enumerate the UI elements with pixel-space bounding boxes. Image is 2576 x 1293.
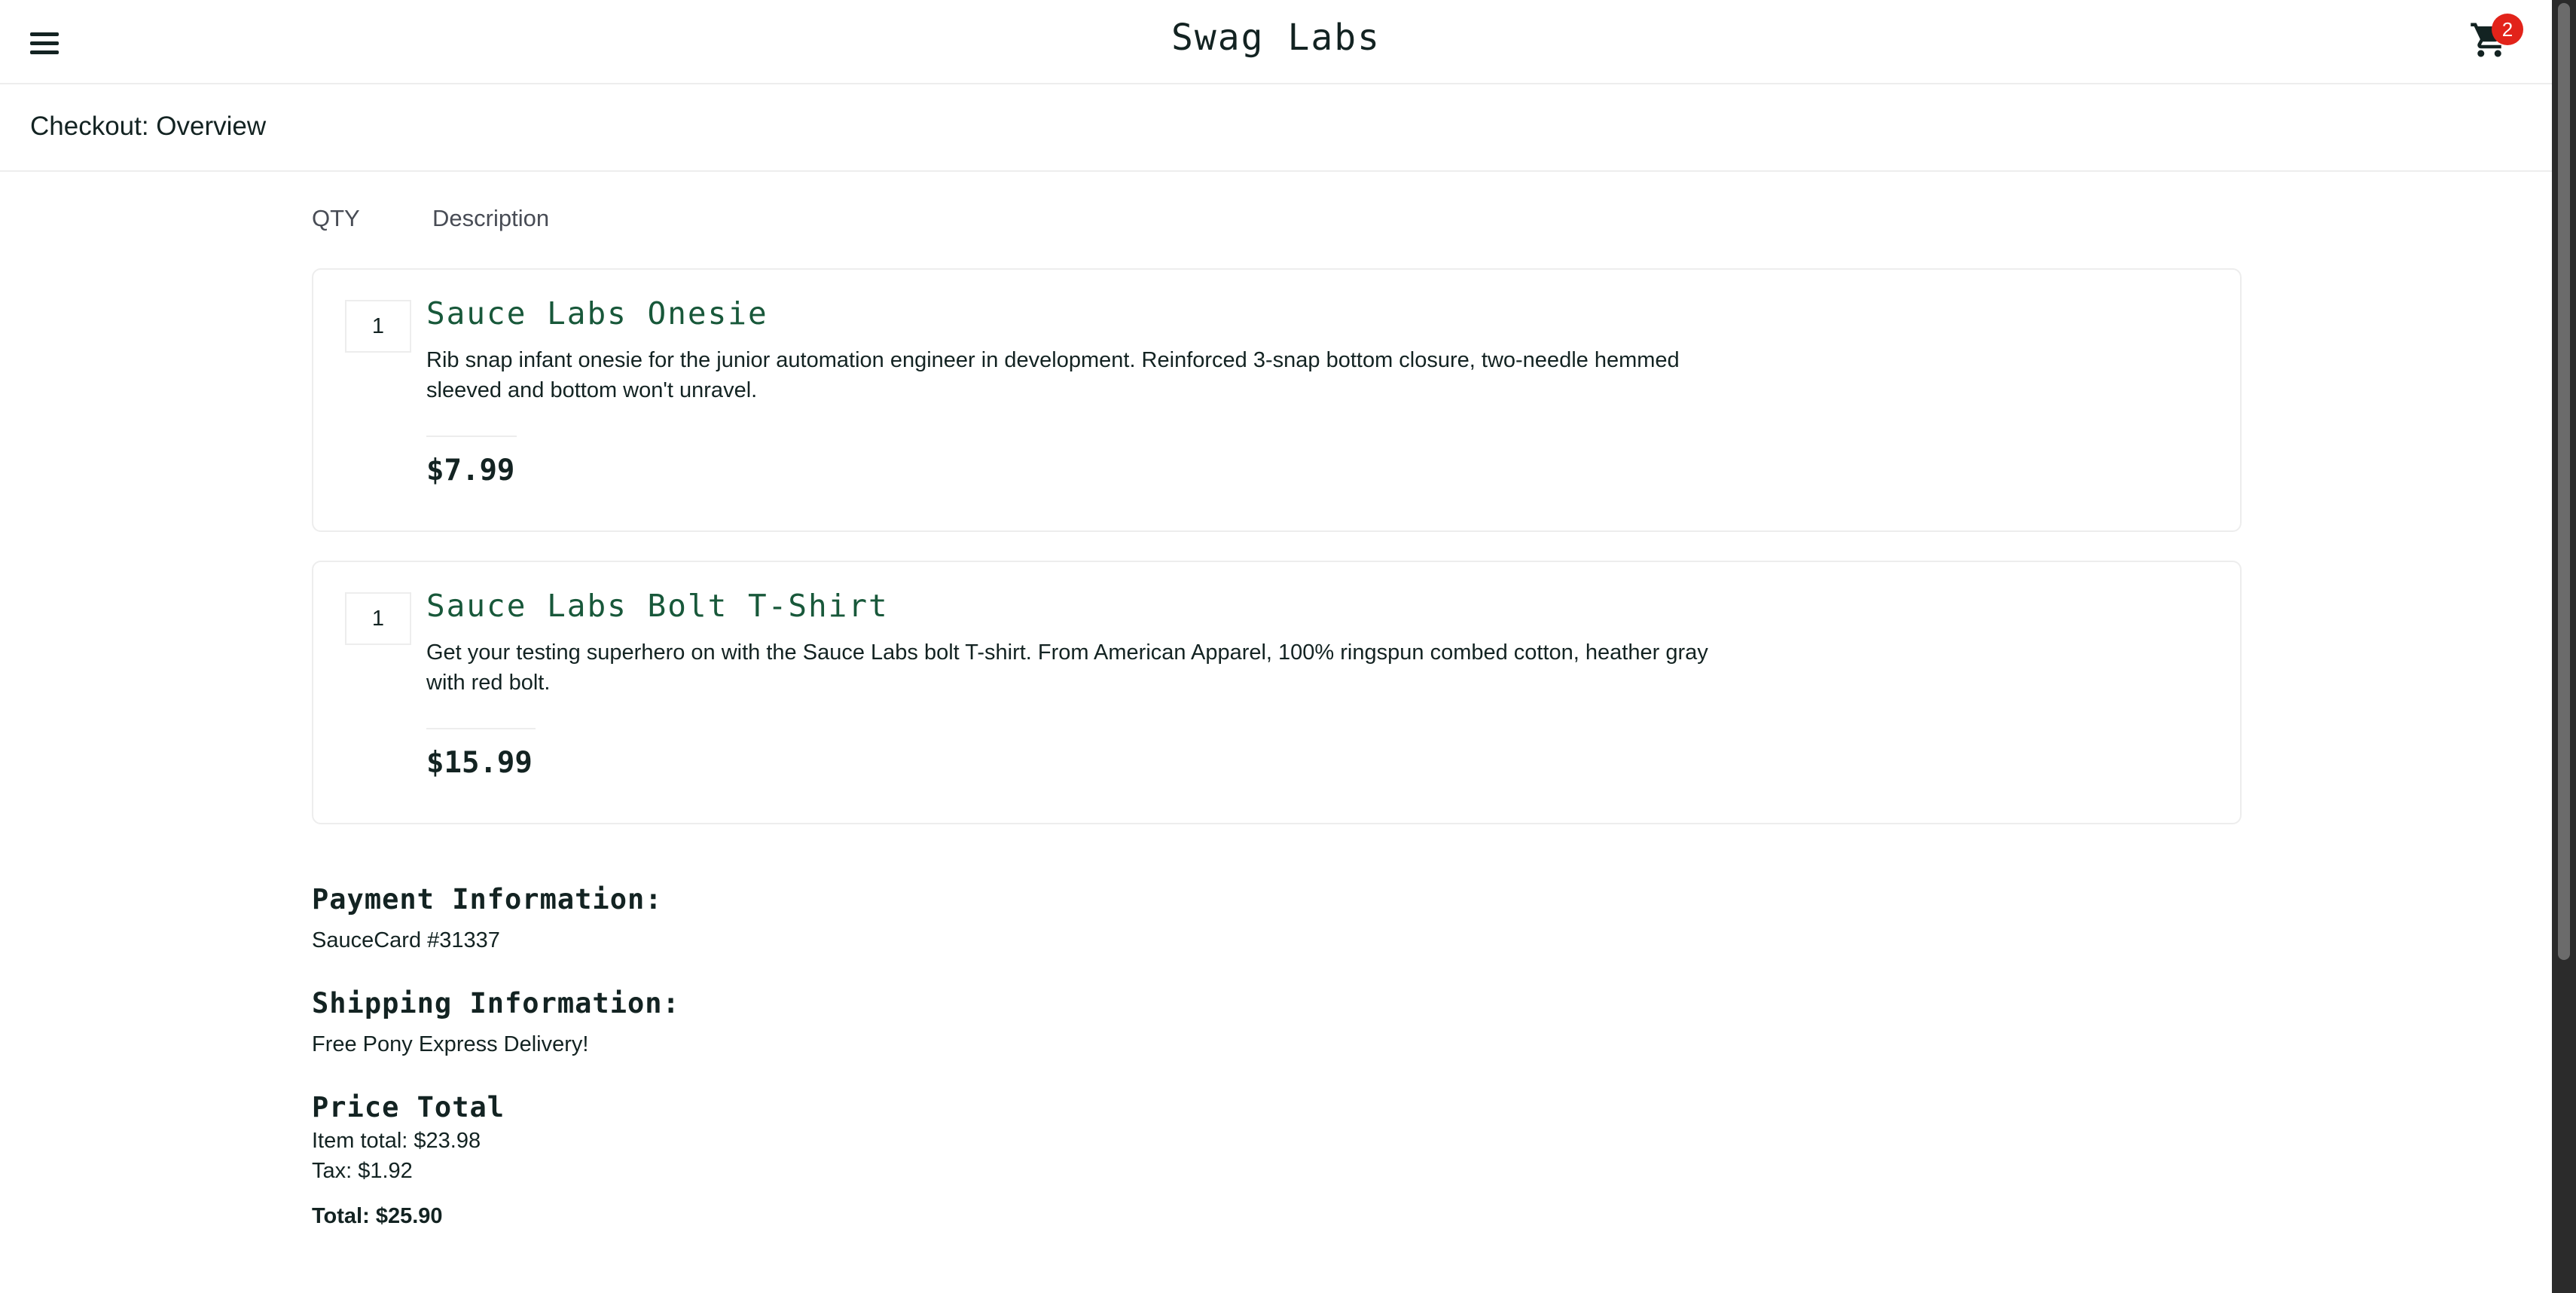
vertical-scrollbar[interactable] <box>2552 0 2576 1293</box>
item-name-link[interactable]: Sauce Labs Onesie <box>426 295 768 332</box>
secondary-header: Checkout: Overview <box>0 84 2552 172</box>
tax: Tax: $1.92 <box>312 1159 413 1183</box>
shipping-info-value: Free Pony Express Delivery! <box>312 1032 589 1056</box>
cart-badge[interactable]: 2 <box>2492 14 2523 45</box>
item-name-link[interactable]: Sauce Labs Bolt T-Shirt <box>426 588 889 624</box>
checkout-overview-page: Swag Labs 2 Checkout: Overview QTY Descr… <box>0 0 2552 1293</box>
description-column-header: Description <box>432 205 550 231</box>
item-quantity: 1 <box>345 300 411 353</box>
item-total: Item total: $23.98 <box>312 1129 481 1153</box>
payment-info-label: Payment Information: <box>312 883 663 915</box>
app-logo: Swag Labs <box>1170 17 1381 59</box>
scrollbar-thumb[interactable] <box>2558 3 2570 960</box>
qty-column-header: QTY <box>312 205 360 231</box>
shipping-info-label: Shipping Information: <box>312 987 680 1019</box>
cart-item: 1 Sauce Labs Bolt T-Shirt Get your testi… <box>312 561 2242 824</box>
item-quantity: 1 <box>345 592 411 645</box>
item-price: $7.99 <box>426 454 515 488</box>
item-description: Get your testing superhero on with the S… <box>426 640 1708 695</box>
price-divider <box>426 436 517 437</box>
primary-header: Swag Labs <box>0 0 2552 84</box>
price-divider <box>426 728 536 729</box>
price-total-label: Price Total <box>312 1091 505 1123</box>
item-description: Rib snap infant onesie for the junior au… <box>426 348 1680 402</box>
order-total: Total: $25.90 <box>312 1204 443 1228</box>
page-title: Checkout: Overview <box>30 112 267 141</box>
payment-info-value: SauceCard #31337 <box>312 928 500 952</box>
item-price: $15.99 <box>426 746 533 780</box>
cart-item: 1 Sauce Labs Onesie Rib snap infant ones… <box>312 268 2242 532</box>
